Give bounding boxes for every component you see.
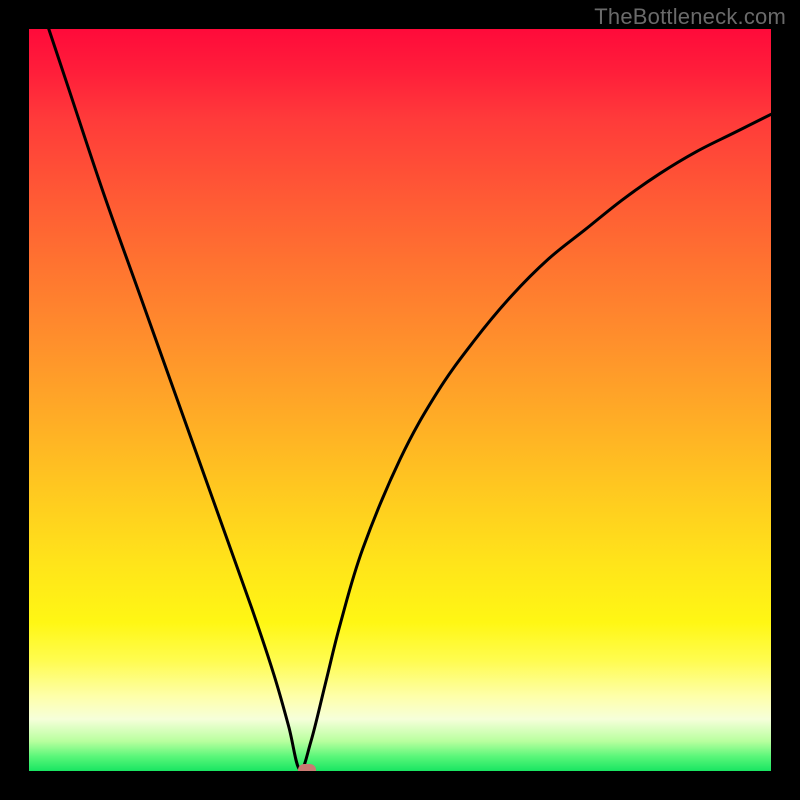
plot-area [29, 29, 771, 771]
bottleneck-curve [29, 29, 771, 771]
chart-frame: TheBottleneck.com [0, 0, 800, 800]
watermark-text: TheBottleneck.com [594, 4, 786, 30]
minimum-marker [298, 764, 316, 771]
